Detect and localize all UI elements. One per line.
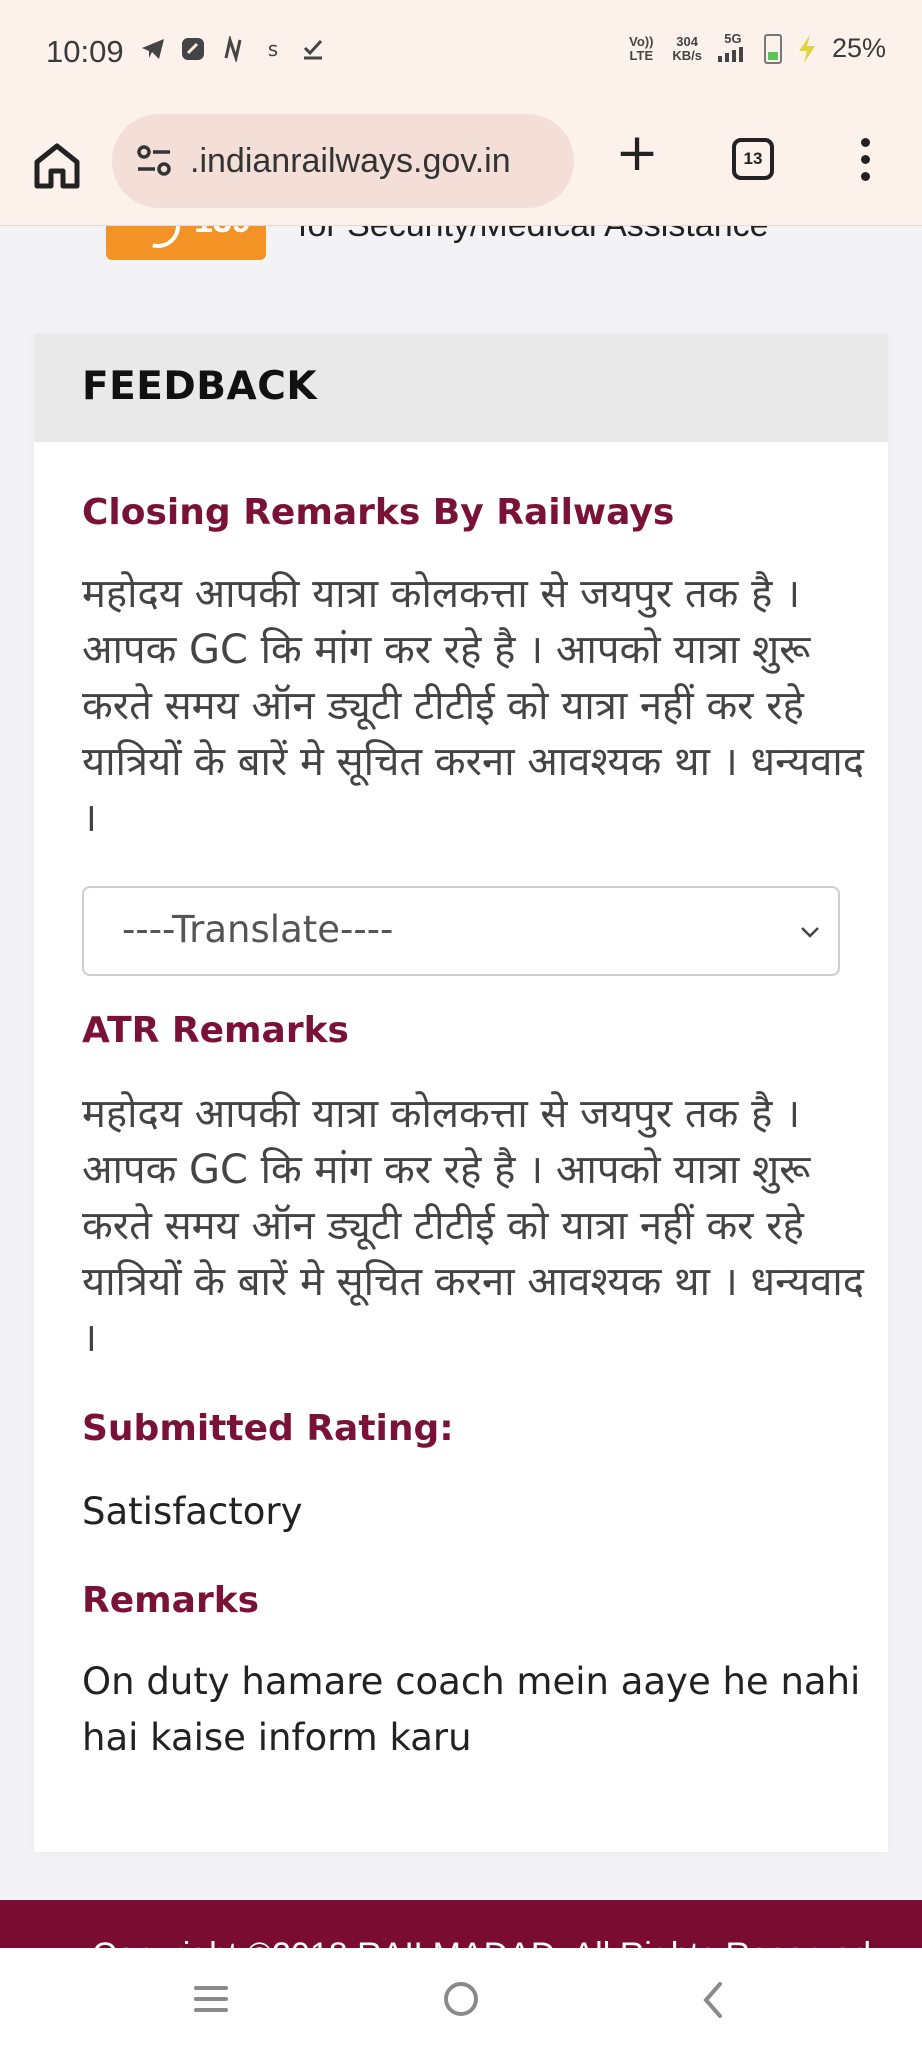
feedback-title: FEEDBACK <box>82 364 318 409</box>
translate-select[interactable]: ----Translate---- <box>82 886 840 976</box>
submitted-rating-label: Submitted Rating: <box>82 1408 454 1449</box>
chevron-down-icon <box>801 927 819 938</box>
remarks-label: Remarks <box>82 1580 260 1621</box>
battery-percent: 25% <box>831 33 886 63</box>
closing-remarks-text: महोदय आपकी यात्रा कोलकत्ता से जयपुर तक ह… <box>82 571 864 841</box>
network-type: 5G <box>716 32 750 65</box>
signal-icon <box>717 47 743 62</box>
back-icon <box>703 1982 722 2018</box>
back-button[interactable] <box>696 1980 730 2020</box>
menu-dot <box>860 172 870 181</box>
status-time: 10:09 <box>46 34 124 69</box>
system-indicators: Vo)) LTE 304 KB/s 5G 25% <box>624 32 886 65</box>
home-nav-button[interactable] <box>444 1982 478 2016</box>
notification-icons: s <box>140 36 326 62</box>
menu-line <box>194 2008 228 2012</box>
s-icon: s <box>267 37 279 61</box>
menu-line <box>194 1997 228 2001</box>
closing-remarks-label: Closing Remarks By Railways <box>82 492 675 533</box>
home-button[interactable] <box>30 138 84 192</box>
telegram-icon <box>140 36 166 62</box>
tab-switcher-button[interactable]: 13 <box>732 138 774 180</box>
browser-toolbar: .indianrailways.gov.in + 13 <box>0 106 922 226</box>
remarks-text: On duty hamare coach mein aaye he nahi h… <box>82 1660 861 1759</box>
more-options-button[interactable] <box>850 138 880 184</box>
speed-unit: KB/s <box>672 47 702 63</box>
atr-remarks-text: महोदय आपकी यात्रा कोलकत्ता से जयपुर तक ह… <box>82 1091 864 1361</box>
charging-icon <box>798 34 815 63</box>
menu-line <box>194 1986 228 1990</box>
translate-select-value: ----Translate---- <box>122 908 394 951</box>
status-bar: 10:09 s Vo)) LTE 304 KB/s 5G 25% <box>0 0 922 106</box>
feedback-header: FEEDBACK <box>34 334 888 442</box>
network-label: 5G <box>724 31 742 46</box>
home-icon <box>34 143 80 189</box>
submitted-rating-value: Satisfactory <box>82 1490 303 1533</box>
recent-apps-button[interactable] <box>194 1986 228 2012</box>
new-tab-button[interactable]: + <box>612 127 662 180</box>
navigation-bar <box>0 1948 922 2048</box>
feedback-card: FEEDBACK Closing Remarks By Railways महो… <box>34 334 888 1852</box>
atr-remarks-label: ATR Remarks <box>82 1010 349 1051</box>
site-settings-icon[interactable] <box>136 144 172 178</box>
copyright-text: Copyright ©2018 RAILMADAD. All Rights Re… <box>92 1936 881 1948</box>
page-footer: Copyright ©2018 RAILMADAD. All Rights Re… <box>0 1900 922 1948</box>
speed-value: 304 <box>676 33 698 49</box>
menu-dot <box>860 138 870 147</box>
url-text[interactable]: .indianrailways.gov.in <box>190 142 560 181</box>
menu-dot <box>860 155 870 164</box>
url-bar[interactable]: .indianrailways.gov.in <box>112 114 574 208</box>
app-icon <box>180 36 206 62</box>
battery-icon <box>763 33 782 64</box>
network-speed: 304 KB/s <box>672 33 702 63</box>
check-icon <box>300 36 326 62</box>
volte-indicator: Vo)) LTE <box>629 33 654 63</box>
n-icon <box>220 36 246 62</box>
